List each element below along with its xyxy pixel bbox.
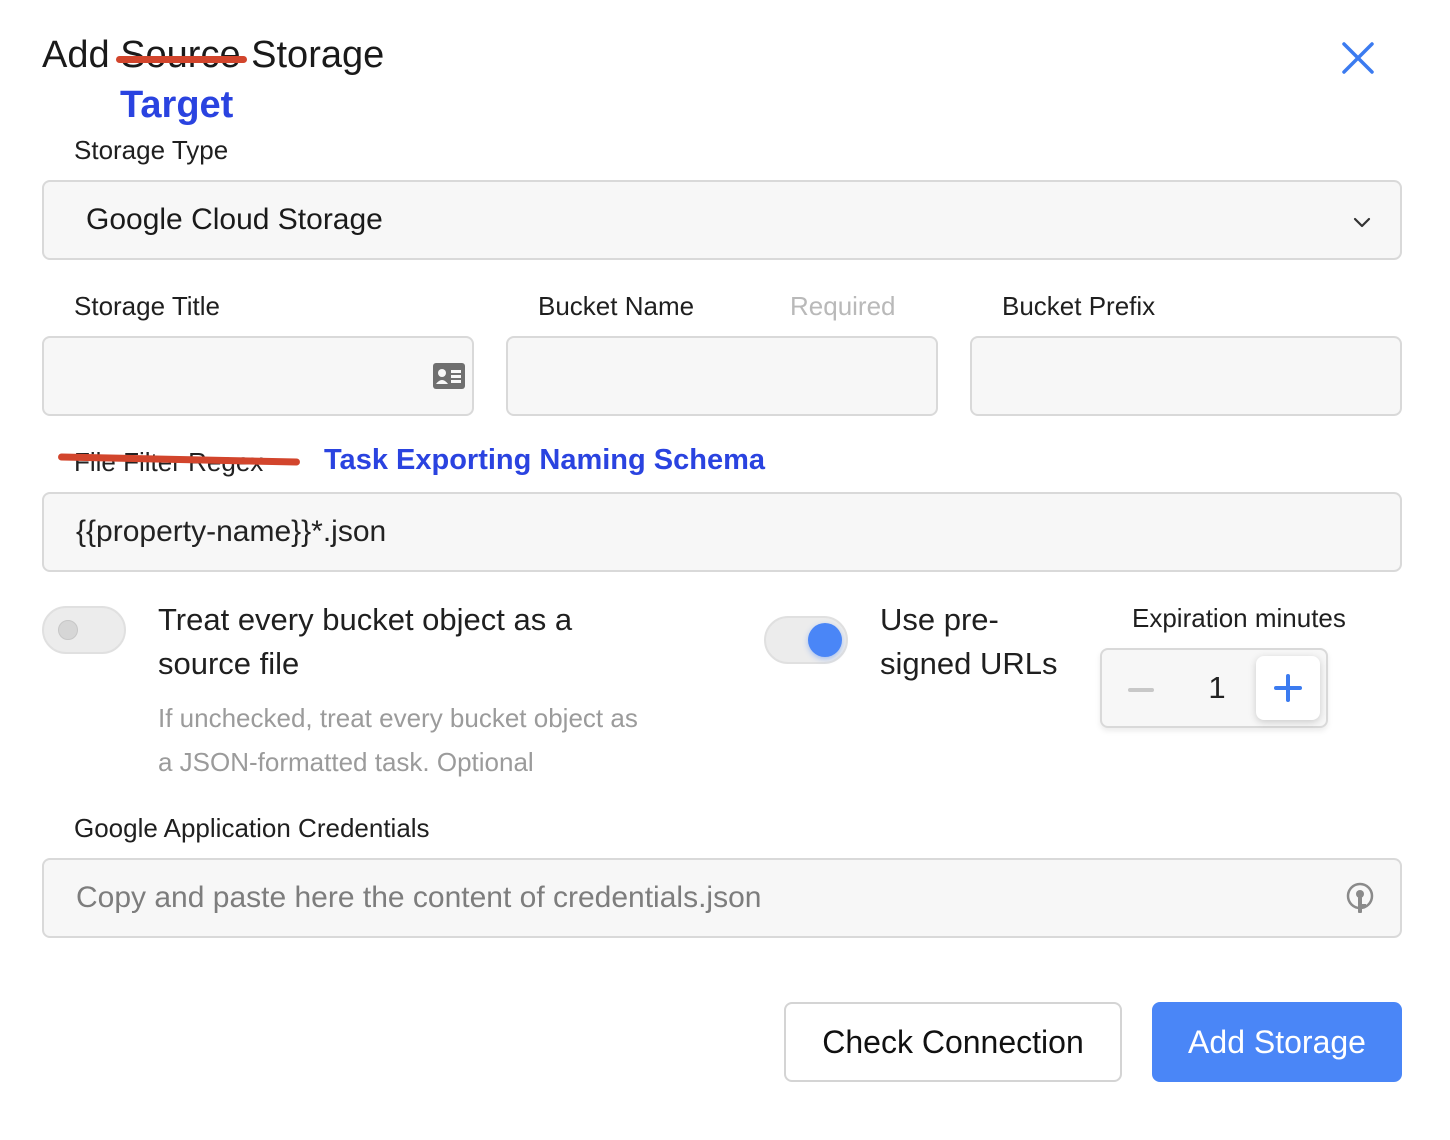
bucket-prefix-input[interactable] <box>970 336 1402 416</box>
presigned-label-line2: signed URLs <box>880 646 1058 681</box>
check-connection-button[interactable]: Check Connection <box>784 1002 1122 1082</box>
bucket-name-input[interactable] <box>506 336 938 416</box>
treat-objects-toggle[interactable] <box>42 606 126 654</box>
presigned-urls-text: Use pre- signed URLs <box>880 598 1057 686</box>
storage-type-value: Google Cloud Storage <box>86 203 383 236</box>
chevron-down-icon <box>1353 217 1371 228</box>
expiration-stepper[interactable]: 1 <box>1100 648 1328 728</box>
password-key-icon[interactable] <box>1344 882 1376 916</box>
increment-button[interactable] <box>1256 656 1320 720</box>
title-suffix: Storage <box>251 34 385 76</box>
presigned-urls-toggle[interactable] <box>764 616 848 664</box>
toggle-knob <box>58 620 78 640</box>
storage-type-label: Storage Type <box>74 135 229 165</box>
treat-objects-help-line1: If unchecked, treat every bucket object … <box>158 703 638 733</box>
close-button[interactable] <box>1336 36 1380 80</box>
contact-card-icon <box>433 363 465 389</box>
close-icon <box>1342 42 1374 74</box>
strikethrough-mark <box>116 56 247 63</box>
dialog-title: Add Source Storage <box>42 34 384 77</box>
treat-objects-help-line2: a JSON-formatted task. Optional <box>158 747 534 777</box>
expiration-value[interactable]: 1 <box>1192 670 1242 706</box>
add-storage-button[interactable]: Add Storage <box>1152 1002 1402 1082</box>
credentials-placeholder: Copy and paste here the content of crede… <box>76 881 762 914</box>
bucket-name-required-hint: Required <box>790 291 896 321</box>
storage-type-select[interactable]: Google Cloud Storage <box>42 180 1402 260</box>
toggle-knob <box>808 623 842 657</box>
file-filter-value: {{property-name}}*.json <box>76 515 387 548</box>
storage-title-label: Storage Title <box>74 291 220 321</box>
bucket-prefix-label: Bucket Prefix <box>1002 291 1156 321</box>
file-filter-input[interactable]: {{property-name}}*.json <box>42 492 1402 572</box>
bucket-name-label: Bucket Name <box>538 291 695 321</box>
presigned-label-line1: Use pre- <box>880 602 999 637</box>
title-annotation: Target <box>120 84 234 126</box>
credentials-label: Google Application Credentials <box>74 813 430 843</box>
title-prefix: Add <box>42 34 110 76</box>
treat-objects-text: Treat every bucket object as a source fi… <box>158 598 638 784</box>
storage-title-input[interactable] <box>42 336 474 416</box>
treat-objects-label-line2: source file <box>158 646 300 681</box>
credentials-input[interactable]: Copy and paste here the content of crede… <box>42 858 1402 938</box>
title-struck-word: Source <box>116 34 247 77</box>
treat-objects-label-line1: Treat every bucket object as a <box>158 602 573 637</box>
decrement-button[interactable] <box>1128 688 1154 692</box>
file-filter-annotation: Task Exporting Naming Schema <box>324 444 766 476</box>
plus-icon <box>1274 674 1302 702</box>
expiration-label: Expiration minutes <box>1132 603 1346 633</box>
